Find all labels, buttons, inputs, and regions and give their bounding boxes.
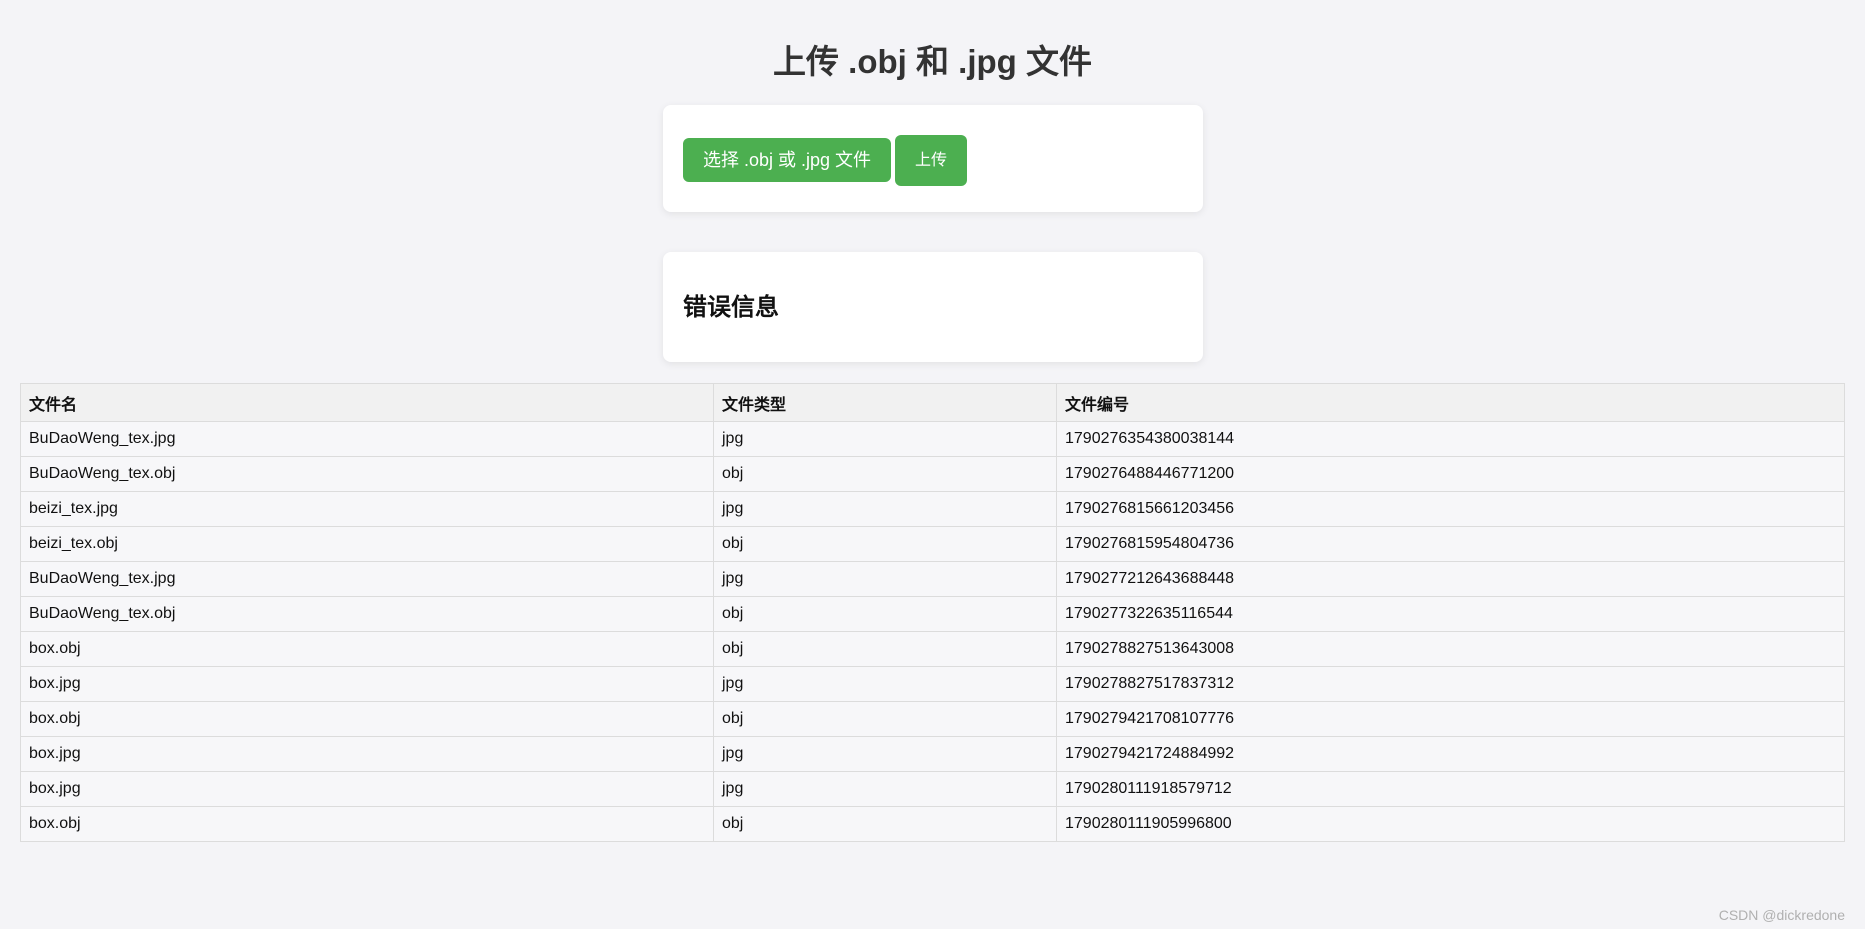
cell-fileid: 1790279421724884992 <box>1056 736 1845 772</box>
cell-fileid: 1790277322635116544 <box>1056 596 1845 632</box>
cell-fileid: 1790278827517837312 <box>1056 666 1845 702</box>
table-row: box.obj obj 1790280111905996800 <box>20 806 1845 842</box>
cell-filename: BuDaoWeng_tex.jpg <box>20 421 714 457</box>
upload-card: 选择 .obj 或 .jpg 文件 上传 <box>663 105 1203 212</box>
choose-file-button[interactable]: 选择 .obj 或 .jpg 文件 <box>683 138 891 182</box>
table-row: box.jpg jpg 1790279421724884992 <box>20 736 1845 772</box>
header-filetype: 文件类型 <box>713 383 1057 422</box>
header-filename: 文件名 <box>20 383 714 422</box>
table-row: beizi_tex.jpg jpg 1790276815661203456 <box>20 491 1845 527</box>
cell-filetype: obj <box>713 526 1057 562</box>
cell-filetype: jpg <box>713 421 1057 457</box>
header-fileid: 文件编号 <box>1056 383 1845 422</box>
upload-button[interactable]: 上传 <box>895 135 967 186</box>
cell-filename: BuDaoWeng_tex.obj <box>20 596 714 632</box>
cell-filetype: obj <box>713 701 1057 737</box>
cell-filename: box.obj <box>20 631 714 667</box>
table-header-row: 文件名 文件类型 文件编号 <box>20 383 1845 422</box>
cell-filetype: jpg <box>713 561 1057 597</box>
cell-filetype: jpg <box>713 736 1057 772</box>
files-table: 文件名 文件类型 文件编号 BuDaoWeng_tex.jpg jpg 1790… <box>20 383 1845 842</box>
table-row: box.obj obj 1790279421708107776 <box>20 701 1845 737</box>
cell-fileid: 1790277212643688448 <box>1056 561 1845 597</box>
cell-filetype: jpg <box>713 666 1057 702</box>
cell-filename: box.jpg <box>20 736 714 772</box>
page-title: 上传 .obj 和 .jpg 文件 <box>773 43 1092 80</box>
cell-fileid: 1790276488446771200 <box>1056 456 1845 492</box>
table-row: box.obj obj 1790278827513643008 <box>20 631 1845 667</box>
cell-filetype: jpg <box>713 491 1057 527</box>
cell-filetype: obj <box>713 631 1057 667</box>
table-row: beizi_tex.obj obj 1790276815954804736 <box>20 526 1845 562</box>
table-row: BuDaoWeng_tex.obj obj 179027648844677120… <box>20 456 1845 492</box>
table-row: BuDaoWeng_tex.obj obj 179027732263511654… <box>20 596 1845 632</box>
cell-filename: BuDaoWeng_tex.obj <box>20 456 714 492</box>
cell-filename: beizi_tex.jpg <box>20 491 714 527</box>
cell-filetype: obj <box>713 596 1057 632</box>
cell-fileid: 1790279421708107776 <box>1056 701 1845 737</box>
cell-fileid: 1790280111918579712 <box>1056 771 1845 807</box>
cell-filename: box.jpg <box>20 666 714 702</box>
cell-filename: box.obj <box>20 701 714 737</box>
cell-fileid: 1790276815954804736 <box>1056 526 1845 562</box>
cell-filename: beizi_tex.obj <box>20 526 714 562</box>
error-title: 错误信息 <box>683 294 779 321</box>
cell-filename: box.obj <box>20 806 714 842</box>
error-card: 错误信息 <box>663 252 1203 362</box>
cell-filename: BuDaoWeng_tex.jpg <box>20 561 714 597</box>
footer-credit: CSDN @dickredone <box>1718 907 1845 923</box>
table-row: BuDaoWeng_tex.jpg jpg 179027635438003814… <box>20 421 1845 457</box>
cell-fileid: 1790280111905996800 <box>1056 806 1845 842</box>
table-row: box.jpg jpg 1790278827517837312 <box>20 666 1845 702</box>
cell-filename: box.jpg <box>20 771 714 807</box>
cell-filetype: jpg <box>713 771 1057 807</box>
cell-filetype: obj <box>713 456 1057 492</box>
table-row: box.jpg jpg 1790280111918579712 <box>20 771 1845 807</box>
cell-fileid: 1790278827513643008 <box>1056 631 1845 667</box>
cell-fileid: 1790276354380038144 <box>1056 421 1845 457</box>
table-row: BuDaoWeng_tex.jpg jpg 179027721264368844… <box>20 561 1845 597</box>
cell-fileid: 1790276815661203456 <box>1056 491 1845 527</box>
cell-filetype: obj <box>713 806 1057 842</box>
